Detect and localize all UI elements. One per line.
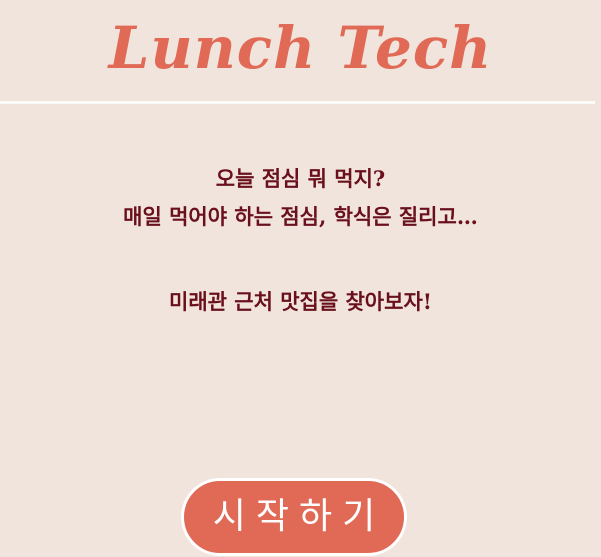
header-divider: [0, 101, 595, 104]
intro-line-question: 오늘 점심 뭐 먹지?: [215, 166, 386, 191]
intro-text: 오늘 점심 뭐 먹지? 매일 먹어야 하는 점심, 학식은 질리고… 미래관 근…: [0, 160, 601, 321]
start-button[interactable]: 시작하기: [181, 478, 407, 556]
intro-line-complaint: 매일 먹어야 하는 점심, 학식은 질리고…: [123, 204, 478, 229]
intro-line-callout: 미래관 근처 맛집을 찾아보자!: [169, 289, 432, 314]
intro-spacer: [0, 236, 601, 283]
app-logo: Lunch Tech: [108, 14, 493, 82]
